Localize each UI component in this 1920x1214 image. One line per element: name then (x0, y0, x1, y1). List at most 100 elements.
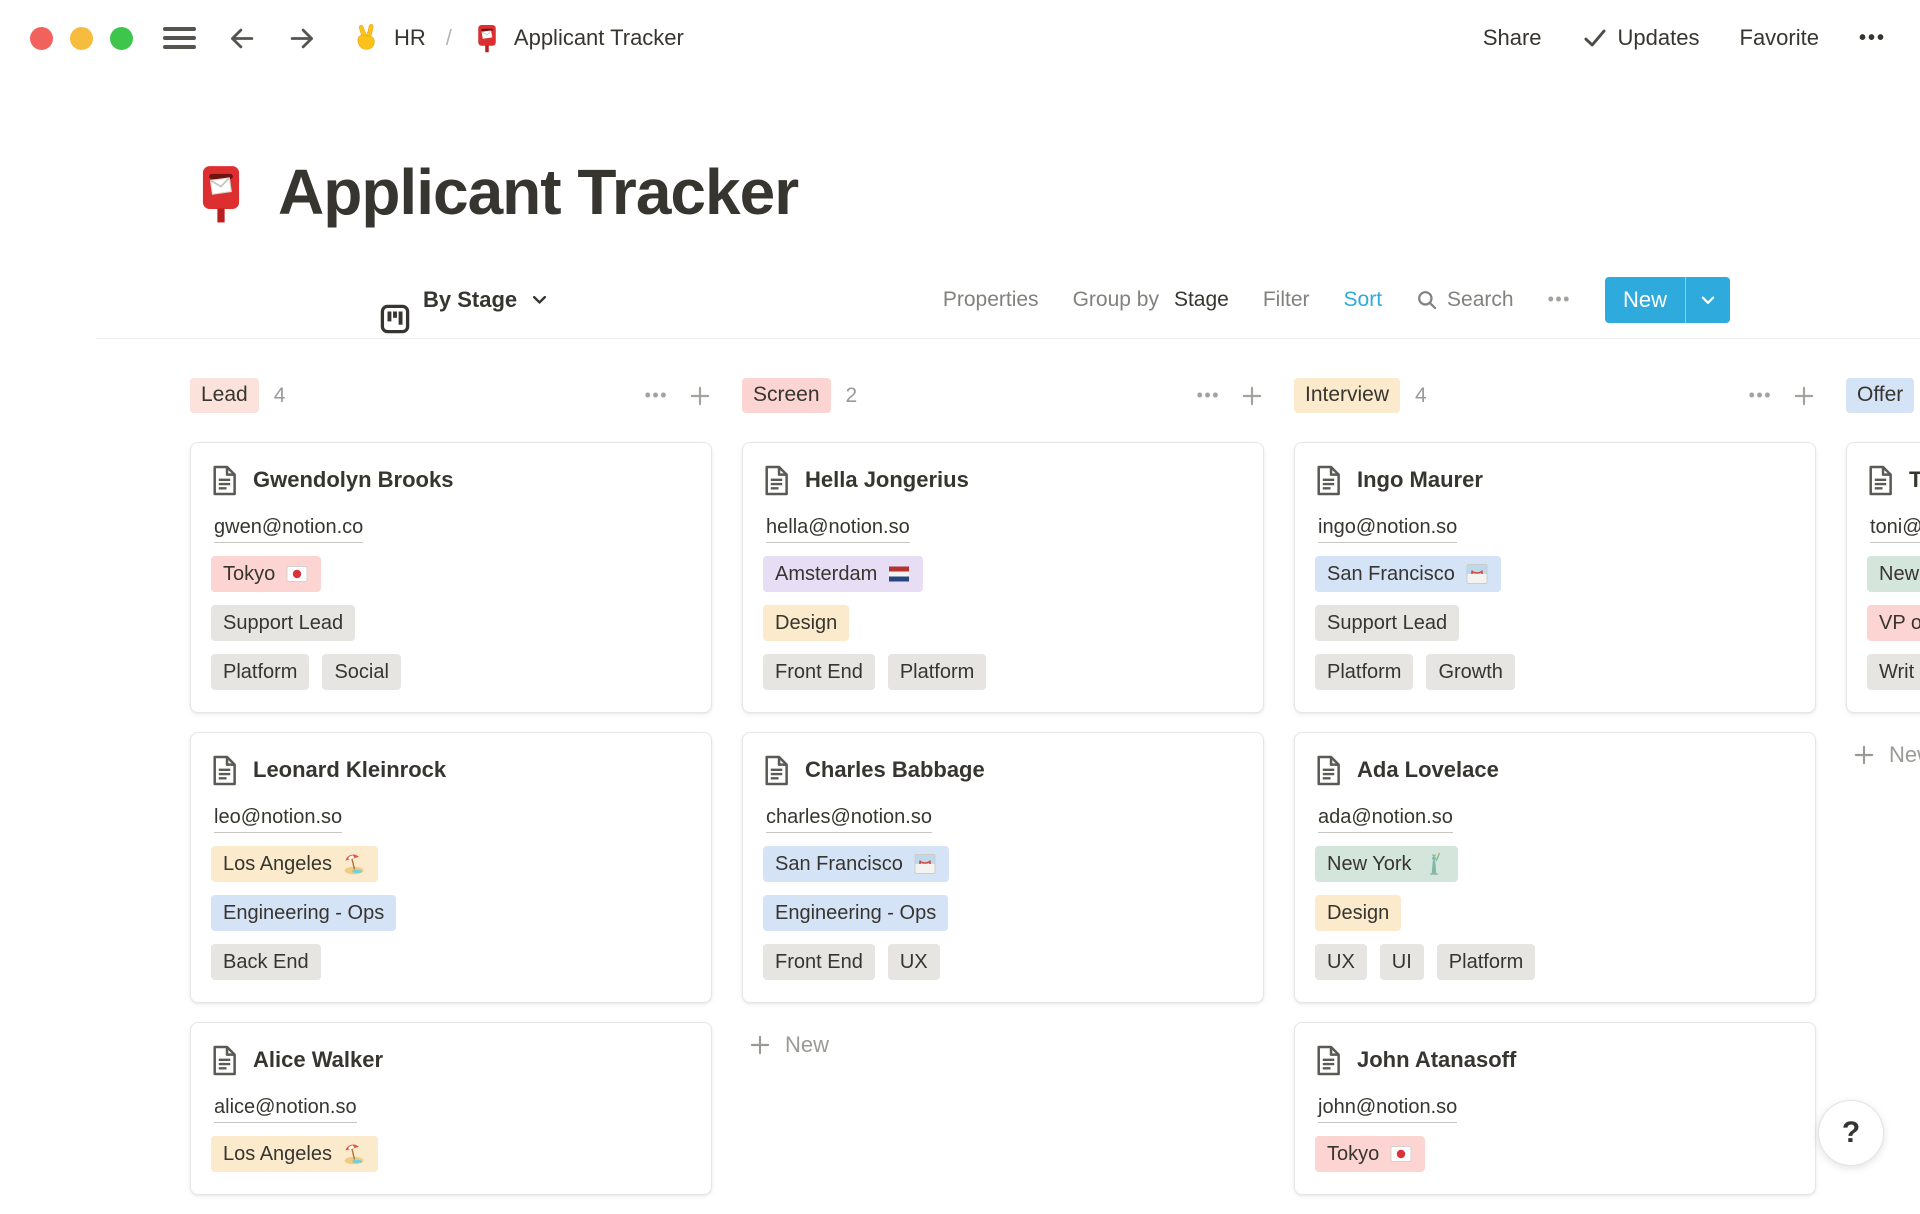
new-button-label[interactable]: New (1605, 277, 1685, 323)
team-tag: Platform (1437, 944, 1535, 980)
group-by-button[interactable]: Group by Stage (1073, 288, 1229, 312)
card-gwendolyn-brooks[interactable]: Gwendolyn Brooks gwen@notion.co Tokyo Su… (190, 442, 712, 713)
statue-of-liberty-icon (1422, 852, 1446, 876)
column-title[interactable]: Offer (1846, 378, 1914, 412)
group-by-value: Stage (1174, 288, 1229, 312)
close-window-button[interactable] (30, 27, 53, 50)
postbox-icon[interactable] (190, 162, 252, 224)
share-button[interactable]: Share (1483, 25, 1542, 51)
card-title: Gwendolyn Brooks (253, 467, 453, 493)
team-tag: Platform (888, 654, 986, 690)
card-email-link[interactable]: charles@notion.so (766, 806, 932, 833)
column-header: Offer ••• (1846, 377, 1920, 415)
team-tag: UX (1315, 944, 1367, 980)
board-view-icon (190, 304, 410, 334)
column-title[interactable]: Lead (190, 378, 259, 412)
location-tag: Amsterdam (763, 556, 923, 592)
more-options-icon[interactable]: ••• (1859, 27, 1886, 50)
breadcrumb: HR / Applicant Tracker (352, 23, 684, 53)
search-button[interactable]: Search (1416, 288, 1514, 312)
breadcrumb-separator: / (446, 25, 452, 51)
column-more-icon[interactable]: ••• (1749, 385, 1772, 406)
card-charles-babbage[interactable]: Charles Babbage charles@notion.so San Fr… (742, 732, 1264, 1003)
help-button-label: ? (1842, 1116, 1860, 1150)
role-tag: Engineering - Ops (763, 895, 948, 931)
window-controls (30, 27, 133, 50)
team-tag: Front End (763, 654, 875, 690)
column-more-icon[interactable]: ••• (1197, 385, 1220, 406)
location-tag: Tokyo (211, 556, 321, 592)
card-email-link[interactable]: toni@ (1870, 516, 1920, 543)
card-email-link[interactable]: gwen@notion.co (214, 516, 363, 543)
properties-button[interactable]: Properties (943, 288, 1039, 312)
team-tag: UI (1380, 944, 1424, 980)
japan-flag-icon (1389, 1142, 1413, 1166)
team-tag: Social (322, 654, 400, 690)
card-email-link[interactable]: ingo@notion.so (1318, 516, 1457, 543)
back-arrow-icon[interactable] (226, 23, 257, 54)
column-add-icon[interactable] (1792, 384, 1816, 408)
column-title[interactable]: Interview (1294, 378, 1400, 412)
zoom-window-button[interactable] (110, 27, 133, 50)
view-more-options-icon[interactable]: ••• (1548, 289, 1571, 310)
team-tag: Back End (211, 944, 321, 980)
card-ingo-maurer[interactable]: Ingo Maurer ingo@notion.so San Francisco… (1294, 442, 1816, 713)
help-button[interactable]: ? (1818, 1100, 1884, 1166)
add-card-button[interactable]: New (742, 1022, 1264, 1068)
card-hella-jongerius[interactable]: Hella Jongerius hella@notion.so Amsterda… (742, 442, 1264, 713)
sort-button[interactable]: Sort (1344, 288, 1383, 312)
beach-icon (342, 852, 366, 876)
page-icon (763, 465, 790, 496)
column-add-icon[interactable] (688, 384, 712, 408)
view-toolbar: By Stage Properties Group by Stage Filte… (190, 276, 1730, 324)
role-tag: Design (1315, 895, 1401, 931)
board-column-lead: Lead 4 ••• Gwendolyn Brooks gwen@notion.… (190, 377, 712, 1214)
breadcrumb-workspace[interactable]: HR (394, 25, 426, 51)
add-card-label: New (1889, 742, 1920, 768)
card-email-link[interactable]: john@notion.so (1318, 1096, 1457, 1123)
add-card-button[interactable]: New (1846, 732, 1920, 778)
new-button[interactable]: New (1605, 277, 1730, 323)
favorite-button[interactable]: Favorite (1740, 25, 1819, 51)
filter-button[interactable]: Filter (1263, 288, 1310, 312)
column-title[interactable]: Screen (742, 378, 831, 412)
card-toni[interactable]: T toni@ New VP o Writ (1846, 442, 1920, 713)
card-email-link[interactable]: alice@notion.so (214, 1096, 357, 1123)
location-tag: Los Angeles (211, 1136, 378, 1172)
card-leonard-kleinrock[interactable]: Leonard Kleinrock leo@notion.so Los Ange… (190, 732, 712, 1003)
column-header: Interview 4 ••• (1294, 377, 1816, 415)
forward-arrow-icon[interactable] (287, 23, 318, 54)
card-alice-walker[interactable]: Alice Walker alice@notion.so Los Angeles (190, 1022, 712, 1195)
card-title: T (1909, 467, 1920, 493)
card-email-link[interactable]: leo@notion.so (214, 806, 342, 833)
page-icon (211, 755, 238, 786)
updates-label: Updates (1618, 25, 1700, 51)
page-header: Applicant Tracker (190, 156, 1920, 230)
column-header: Lead 4 ••• (190, 377, 712, 415)
team-tag: UX (888, 944, 940, 980)
location-tag: San Francisco (1315, 556, 1501, 592)
toolbar-divider (96, 338, 1920, 339)
page-icon (211, 465, 238, 496)
view-name: By Stage (423, 287, 517, 313)
card-john-atanasoff[interactable]: John Atanasoff john@notion.so Tokyo (1294, 1022, 1816, 1195)
column-more-icon[interactable]: ••• (645, 385, 668, 406)
team-tag: Front End (763, 944, 875, 980)
new-button-chevron-icon[interactable] (1686, 277, 1730, 323)
card-email-link[interactable]: ada@notion.so (1318, 806, 1453, 833)
breadcrumb-page[interactable]: Applicant Tracker (514, 25, 684, 51)
board-column-interview: Interview 4 ••• Ingo Maurer ingo@notion.… (1294, 377, 1816, 1214)
page-icon (1315, 465, 1342, 496)
sidebar-toggle-icon[interactable] (163, 22, 196, 54)
board-column-screen: Screen 2 ••• Hella Jongerius hella@notio… (742, 377, 1264, 1068)
card-email-link[interactable]: hella@notion.so (766, 516, 910, 543)
minimize-window-button[interactable] (70, 27, 93, 50)
view-switcher[interactable]: By Stage (190, 266, 549, 334)
column-count: 4 (1415, 384, 1427, 408)
column-add-icon[interactable] (1240, 384, 1264, 408)
san-francisco-icon (913, 852, 937, 876)
page-icon (763, 755, 790, 786)
card-ada-lovelace[interactable]: Ada Lovelace ada@notion.so New York Desi… (1294, 732, 1816, 1003)
team-tag: Growth (1426, 654, 1514, 690)
updates-button[interactable]: Updates (1582, 25, 1700, 51)
